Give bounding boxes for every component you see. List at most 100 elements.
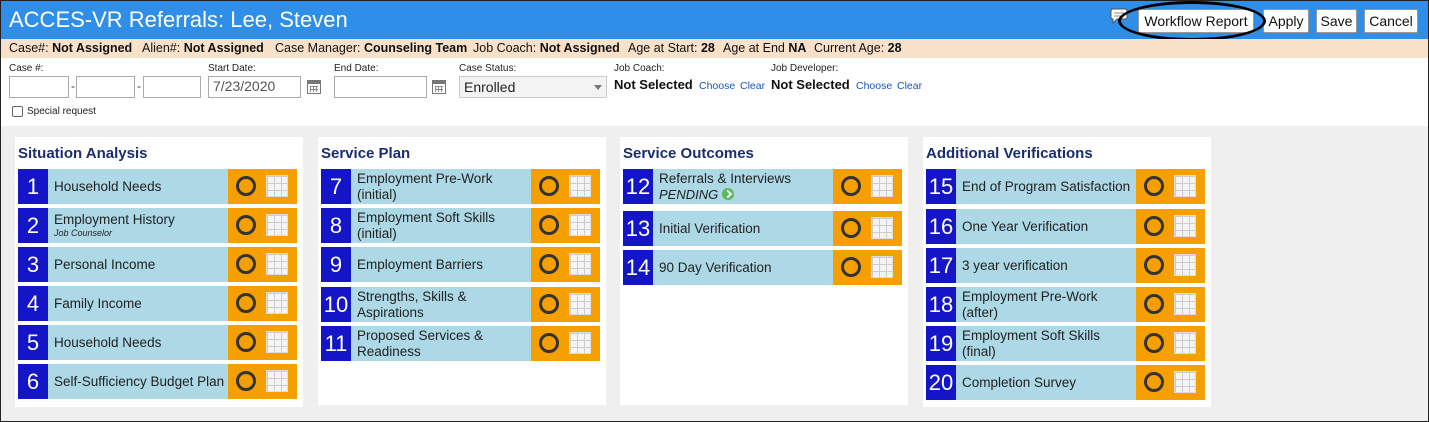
apply-button[interactable]: Apply: [1263, 9, 1309, 33]
step-label[interactable]: Household Needs: [48, 325, 228, 360]
workflow-step-11[interactable]: 11 Proposed Services & Readiness: [321, 326, 600, 361]
workflow-step-6[interactable]: 6 Self-Sufficiency Budget Plan: [18, 364, 297, 399]
case-status-select[interactable]: Enrolled: [459, 76, 607, 98]
status-circle-icon[interactable]: [1144, 333, 1164, 353]
status-circle-icon[interactable]: [1144, 255, 1164, 275]
grid-icon[interactable]: [1174, 215, 1196, 237]
grid-icon[interactable]: [569, 253, 591, 275]
grid-icon[interactable]: [1174, 332, 1196, 354]
status-circle-icon[interactable]: [539, 215, 559, 235]
step-label[interactable]: 3 year verification: [956, 248, 1136, 283]
workflow-step-14[interactable]: 14 90 Day Verification: [623, 250, 902, 285]
step-label[interactable]: Household Needs: [48, 169, 228, 204]
grid-icon[interactable]: [569, 214, 591, 236]
end-date-calendar-icon[interactable]: [432, 80, 446, 94]
grid-icon[interactable]: [569, 332, 591, 354]
workflow-step-18[interactable]: 18 Employment Pre-Work (after): [926, 287, 1205, 322]
grid-icon[interactable]: [266, 331, 288, 353]
status-circle-icon[interactable]: [236, 371, 256, 391]
step-label[interactable]: Referrals & Interviews PENDING: [653, 169, 833, 204]
start-date-calendar-icon[interactable]: [307, 80, 321, 94]
grid-icon[interactable]: [266, 175, 288, 197]
grid-icon[interactable]: [1174, 293, 1196, 315]
status-circle-icon[interactable]: [841, 218, 861, 238]
step-label[interactable]: Self-Sufficiency Budget Plan: [48, 364, 228, 399]
workflow-step-13[interactable]: 13 Initial Verification: [623, 211, 902, 246]
grid-icon[interactable]: [569, 293, 591, 315]
job-developer-choose-link[interactable]: Choose: [856, 80, 892, 92]
grid-icon[interactable]: [569, 175, 591, 197]
workflow-step-3[interactable]: 3 Personal Income: [18, 247, 297, 282]
workflow-step-12[interactable]: 12 Referrals & Interviews PENDING: [623, 169, 902, 204]
special-request-checkbox[interactable]: [12, 106, 23, 117]
step-label[interactable]: Proposed Services & Readiness: [351, 326, 531, 361]
step-label[interactable]: Family Income: [48, 286, 228, 321]
status-circle-icon[interactable]: [236, 293, 256, 313]
step-label[interactable]: Personal Income: [48, 247, 228, 282]
status-circle-icon[interactable]: [539, 333, 559, 353]
grid-icon[interactable]: [266, 214, 288, 236]
workflow-step-1[interactable]: 1 Household Needs: [18, 169, 297, 204]
grid-icon[interactable]: [266, 370, 288, 392]
step-label[interactable]: Employment Soft Skills (final): [956, 326, 1136, 361]
workflow-step-7[interactable]: 7 Employment Pre-Work (initial): [321, 169, 600, 204]
grid-icon[interactable]: [1174, 254, 1196, 276]
status-circle-icon[interactable]: [539, 294, 559, 314]
step-label[interactable]: Strengths, Skills & Aspirations: [351, 287, 531, 322]
start-date-input[interactable]: 7/23/2020: [208, 76, 301, 98]
arrow-right-circle-icon[interactable]: [722, 188, 735, 201]
step-label[interactable]: Employment History Job Counselor: [48, 208, 228, 243]
step-label[interactable]: Employment Pre-Work (initial): [351, 169, 531, 204]
step-label[interactable]: Employment Barriers: [351, 247, 531, 282]
case-number-input-2[interactable]: [76, 76, 135, 98]
grid-icon[interactable]: [871, 175, 893, 197]
step-label[interactable]: Initial Verification: [653, 211, 833, 246]
workflow-step-20[interactable]: 20 Completion Survey: [926, 365, 1205, 400]
job-coach-choose-link[interactable]: Choose: [699, 80, 735, 92]
workflow-step-4[interactable]: 4 Family Income: [18, 286, 297, 321]
chat-bubble-icon[interactable]: [1109, 7, 1129, 25]
case-number-input-3[interactable]: [143, 76, 201, 98]
status-circle-icon[interactable]: [236, 332, 256, 352]
step-label[interactable]: Employment Soft Skills (initial): [351, 208, 531, 243]
job-coach-info-value: Not Assigned: [539, 41, 620, 55]
status-circle-icon[interactable]: [539, 176, 559, 196]
job-developer-clear-link[interactable]: Clear: [897, 80, 922, 92]
job-coach-clear-link[interactable]: Clear: [740, 80, 765, 92]
workflow-step-2[interactable]: 2 Employment History Job Counselor: [18, 208, 297, 243]
status-circle-icon[interactable]: [841, 257, 861, 277]
grid-icon[interactable]: [1174, 175, 1196, 197]
status-circle-icon[interactable]: [1144, 372, 1164, 392]
workflow-step-17[interactable]: 17 3 year verification: [926, 248, 1205, 283]
status-circle-icon[interactable]: [841, 176, 861, 196]
status-circle-icon[interactable]: [236, 215, 256, 235]
grid-icon[interactable]: [1174, 371, 1196, 393]
status-circle-icon[interactable]: [1144, 294, 1164, 314]
workflow-step-9[interactable]: 9 Employment Barriers: [321, 247, 600, 282]
step-label[interactable]: One Year Verification: [956, 209, 1136, 244]
step-label[interactable]: Employment Pre-Work (after): [956, 287, 1136, 322]
workflow-step-5[interactable]: 5 Household Needs: [18, 325, 297, 360]
end-date-input[interactable]: [334, 76, 427, 98]
step-label[interactable]: 90 Day Verification: [653, 250, 833, 285]
workflow-step-10[interactable]: 10 Strengths, Skills & Aspirations: [321, 287, 600, 322]
status-circle-icon[interactable]: [539, 254, 559, 274]
workflow-step-15[interactable]: 15 End of Program Satisfaction: [926, 169, 1205, 204]
workflow-step-19[interactable]: 19 Employment Soft Skills (final): [926, 326, 1205, 361]
grid-icon[interactable]: [266, 292, 288, 314]
workflow-report-button[interactable]: Workflow Report: [1138, 9, 1254, 33]
status-circle-icon[interactable]: [236, 254, 256, 274]
grid-icon[interactable]: [871, 217, 893, 239]
status-circle-icon[interactable]: [1144, 176, 1164, 196]
status-circle-icon[interactable]: [236, 176, 256, 196]
status-circle-icon[interactable]: [1144, 216, 1164, 236]
grid-icon[interactable]: [871, 256, 893, 278]
case-number-input-1[interactable]: [9, 76, 69, 98]
step-label[interactable]: End of Program Satisfaction: [956, 169, 1136, 204]
workflow-step-16[interactable]: 16 One Year Verification: [926, 209, 1205, 244]
save-button[interactable]: Save: [1316, 9, 1357, 33]
step-label[interactable]: Completion Survey: [956, 365, 1136, 400]
workflow-step-8[interactable]: 8 Employment Soft Skills (initial): [321, 208, 600, 243]
cancel-button[interactable]: Cancel: [1364, 9, 1418, 33]
grid-icon[interactable]: [266, 253, 288, 275]
